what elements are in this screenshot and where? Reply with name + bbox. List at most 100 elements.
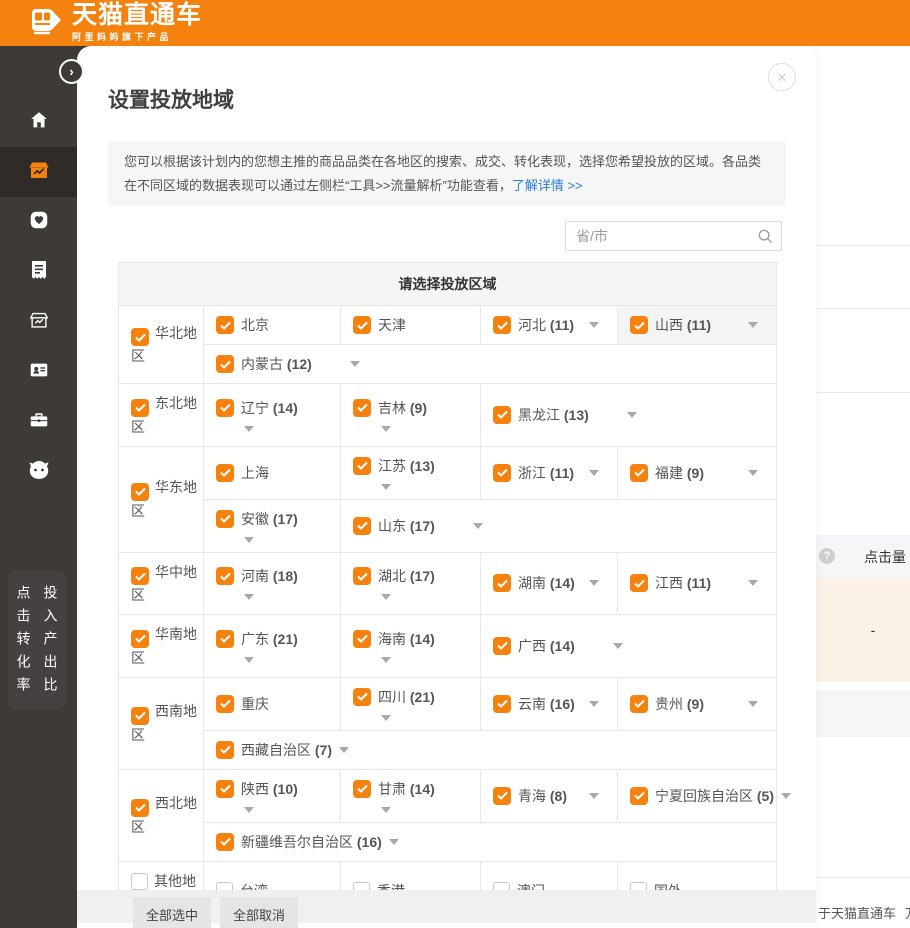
province-checkbox[interactable] [216,316,234,334]
province-label[interactable]: 广西 (14) [518,636,575,656]
province-checkbox[interactable] [216,695,234,713]
province-checkbox[interactable] [353,630,371,648]
province-label[interactable]: 辽宁 (14) [241,398,298,418]
province-checkbox[interactable] [493,316,511,334]
province-label[interactable]: 山东 (17) [378,516,435,536]
chevron-down-icon[interactable] [589,470,599,476]
close-icon[interactable]: ✕ [768,63,796,91]
cancel-all-button[interactable]: 全部取消 [220,897,298,928]
app-logo[interactable]: 天猫直通车 阿里妈妈旗下产品 [28,3,202,43]
province-checkbox[interactable] [216,355,234,373]
chevron-down-icon[interactable] [627,412,637,418]
province-label[interactable]: 宁夏回族自治区 (5) [655,786,774,806]
province-checkbox[interactable] [216,464,234,482]
province-checkbox[interactable] [353,780,371,798]
province-label[interactable]: 云南 (16) [518,694,575,714]
sidebar-item-shop-chart[interactable] [0,147,77,197]
footer-link-partial[interactable]: 万 [905,903,910,922]
region-checkbox[interactable] [131,707,149,725]
help-icon[interactable]: ? [819,548,835,564]
province-label[interactable]: 甘肃 (14) [378,779,435,799]
select-all-button[interactable]: 全部选中 [133,897,211,928]
province-checkbox[interactable] [216,399,234,417]
learn-more-link[interactable]: 了解详情 >> [512,178,583,193]
chevron-down-icon[interactable] [589,322,599,328]
province-label[interactable]: 贵州 (9) [655,694,704,714]
province-label[interactable]: 安徽 (17) [241,509,298,529]
chevron-down-icon[interactable] [589,701,599,707]
province-label[interactable]: 海南 (14) [378,629,435,649]
footer-link-about[interactable]: 于天猫直通车 [818,903,896,922]
region-checkbox[interactable] [131,567,149,585]
search-input[interactable] [565,221,782,251]
chevron-down-icon[interactable] [350,361,360,367]
chevron-down-icon[interactable] [781,793,791,799]
chevron-down-icon[interactable] [589,793,599,799]
chevron-down-icon[interactable] [216,426,336,432]
chevron-down-icon[interactable] [353,657,476,663]
province-label[interactable]: 山西 (11) [655,315,711,335]
province-checkbox[interactable] [216,780,234,798]
province-checkbox[interactable] [216,833,234,851]
chevron-down-icon[interactable] [748,322,758,328]
province-label[interactable]: 天津 [378,315,406,335]
province-checkbox[interactable] [493,464,511,482]
province-label[interactable]: 重庆 [241,694,269,714]
chevron-down-icon[interactable] [353,594,476,600]
province-checkbox[interactable] [353,567,371,585]
province-label[interactable]: 黑龙江 (13) [518,405,589,425]
chevron-down-icon[interactable] [748,470,758,476]
chevron-down-icon[interactable] [216,537,336,543]
chevron-down-icon[interactable] [353,484,476,490]
province-label[interactable]: 河北 (11) [518,315,574,335]
province-label[interactable]: 陕西 (10) [241,779,298,799]
province-label[interactable]: 湖北 (17) [378,566,435,586]
chevron-down-icon[interactable] [353,426,476,432]
chevron-down-icon[interactable] [389,839,399,845]
region-checkbox[interactable] [131,483,149,501]
province-checkbox[interactable] [493,574,511,592]
province-label[interactable]: 北京 [241,315,269,335]
chevron-down-icon[interactable] [216,657,336,663]
province-label[interactable]: 上海 [241,463,269,483]
province-label[interactable]: 西藏自治区 (7) [241,740,332,760]
chevron-down-icon[interactable] [216,807,336,813]
chevron-down-icon[interactable] [748,701,758,707]
province-label[interactable]: 吉林 (9) [378,398,427,418]
sidebar-item-report[interactable] [0,247,77,297]
province-label[interactable]: 新疆维吾尔自治区 (16) [241,832,382,852]
sidebar-item-id-card[interactable] [0,347,77,397]
province-checkbox[interactable] [216,630,234,648]
sidebar-item-home[interactable] [0,97,77,147]
province-checkbox[interactable] [353,517,371,535]
region-checkbox[interactable] [131,399,149,417]
chevron-down-icon[interactable] [748,580,758,586]
chevron-down-icon[interactable] [473,523,483,529]
region-checkbox[interactable] [131,630,149,648]
region-checkbox[interactable] [131,873,148,890]
chevron-down-icon[interactable] [589,580,599,586]
province-checkbox[interactable] [493,406,511,424]
province-checkbox[interactable] [630,464,648,482]
search-icon[interactable] [757,228,773,249]
province-label[interactable]: 江苏 (13) [378,456,435,476]
province-label[interactable]: 福建 (9) [655,463,704,483]
province-checkbox[interactable] [630,787,648,805]
province-checkbox[interactable] [216,510,234,528]
sidebar-item-tmall-cat[interactable] [0,447,77,497]
province-checkbox[interactable] [493,787,511,805]
province-checkbox[interactable] [353,457,371,475]
region-checkbox[interactable] [131,328,149,346]
province-label[interactable]: 广东 (21) [241,629,298,649]
province-checkbox[interactable] [216,567,234,585]
chevron-down-icon[interactable] [353,807,476,813]
chevron-down-icon[interactable] [613,643,623,649]
sidebar-expand-button[interactable]: › [59,59,84,84]
province-checkbox[interactable] [353,688,371,706]
province-label[interactable]: 河南 (18) [241,566,298,586]
province-checkbox[interactable] [630,316,648,334]
chevron-down-icon[interactable] [339,747,349,753]
province-label[interactable]: 江西 (11) [655,573,711,593]
province-checkbox[interactable] [493,695,511,713]
province-checkbox[interactable] [353,316,371,334]
